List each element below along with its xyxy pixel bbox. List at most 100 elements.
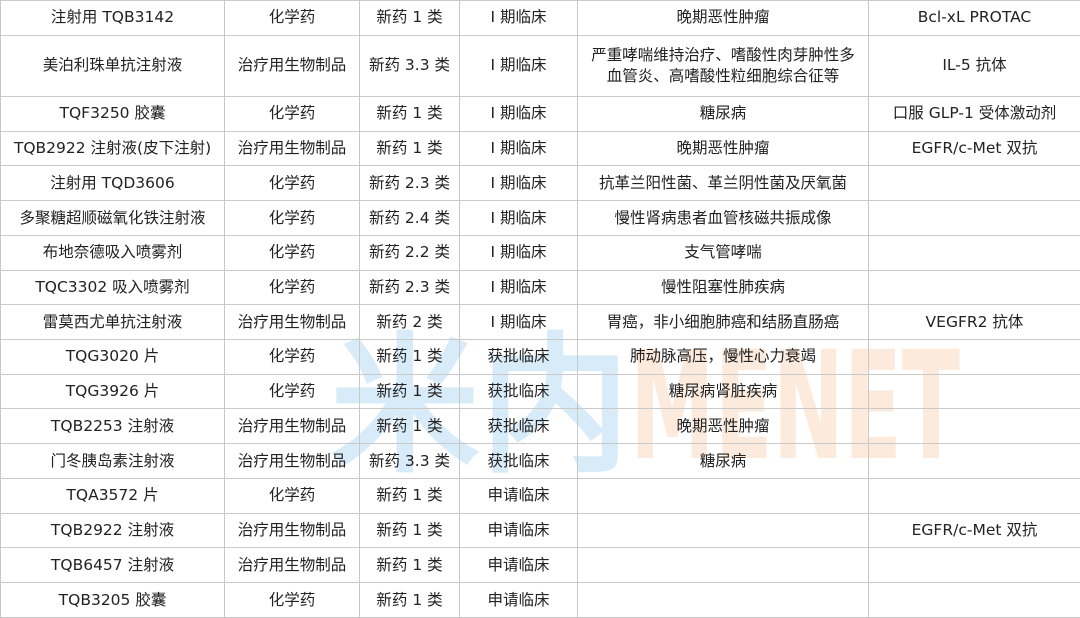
target-cell (868, 165, 1080, 202)
registration-class-cell: 新药 3.3 类 (359, 34, 460, 98)
clinical-stage-cell: I 期临床 (459, 234, 578, 271)
drug-name-cell: TQG3020 片 (0, 339, 225, 375)
registration-class-cell: 新药 1 类 (359, 130, 460, 167)
target-cell (868, 200, 1080, 236)
indication-cell: 抗革兰阳性菌、革兰阴性菌及厌氧菌 (577, 165, 869, 202)
clinical-stage-cell: 申请临床 (459, 477, 578, 514)
drug-name-cell: 布地奈德吸入喷雾剂 (0, 234, 225, 271)
table-row: TQC3302 吸入喷雾剂 化学药 新药 2.3 类I 期临床 慢性阻塞性肺疾病 (0, 269, 1080, 306)
indication-cell (577, 512, 869, 549)
clinical-stage-cell: I 期临床 (459, 200, 578, 236)
indication-cell: 慢性阻塞性肺疾病 (577, 269, 869, 306)
indication-cell: 糖尿病 (577, 96, 869, 132)
target-cell: EGFR/c-Met 双抗 (868, 130, 1080, 167)
target-cell (868, 547, 1080, 584)
indication-cell: 严重哮喘维持治疗、嗜酸性肉芽肿性多血管炎、高嗜酸性粒细胞综合征等 (577, 34, 869, 98)
drug-name-cell: 门冬胰岛素注射液 (0, 443, 225, 479)
registration-class-cell: 新药 1 类 (359, 512, 460, 549)
target-cell (868, 373, 1080, 410)
drug-category-cell: 治疗用生物制品 (224, 512, 360, 549)
drug-category-cell: 化学药 (224, 234, 360, 271)
drug-name-cell: 注射用 TQD3606 (0, 165, 225, 202)
registration-class-cell: 新药 2.3 类 (359, 269, 460, 306)
target-cell (868, 477, 1080, 514)
indication-cell: 晚期恶性肿瘤 (577, 0, 869, 36)
clinical-stage-cell: I 期临床 (459, 130, 578, 167)
drug-category-cell: 化学药 (224, 0, 360, 36)
table-row: TQB2922 注射液(皮下注射) 治疗用生物制品 新药 1 类I 期临床 晚期恶性肿… (0, 130, 1080, 167)
drug-category-cell: 治疗用生物制品 (224, 304, 360, 341)
target-cell (868, 408, 1080, 445)
clinical-stage-cell: 获批临床 (459, 443, 578, 479)
drug-name-cell: TQB2922 注射液(皮下注射) (0, 130, 225, 167)
registration-class-cell: 新药 1 类 (359, 339, 460, 375)
clinical-stage-cell: 获批临床 (459, 408, 578, 445)
indication-cell: 慢性肾病患者血管核磁共振成像 (577, 200, 869, 236)
indication-cell (577, 477, 869, 514)
drug-name-cell: 多聚糖超顺磁氧化铁注射液 (0, 200, 225, 236)
clinical-stage-cell: I 期临床 (459, 0, 578, 36)
table-row: 注射用 TQB3142 化学药 新药 1 类I 期临床 晚期恶性肿瘤 Bcl-xL PR… (0, 0, 1080, 36)
drug-name-cell: TQF3250 胶囊 (0, 96, 225, 132)
drug-category-cell: 治疗用生物制品 (224, 408, 360, 445)
drug-category-cell: 化学药 (224, 269, 360, 306)
table-row: 雷莫西尤单抗注射液 治疗用生物制品 新药 2 类I 期临床 胃癌，非小细胞肺癌和结肠直… (0, 304, 1080, 341)
table-row: 门冬胰岛素注射液 治疗用生物制品 新药 3.3 类获批临床 糖尿病 (0, 443, 1080, 479)
table-row: TQB3205 胶囊 化学药 新药 1 类申请临床 (0, 582, 1080, 618)
drug-pipeline-table: 注射用 TQB3142 化学药 新药 1 类I 期临床 晚期恶性肿瘤 Bcl-xL PR… (0, 0, 1080, 618)
target-cell (868, 269, 1080, 306)
drug-name-cell: TQB2922 注射液 (0, 512, 225, 549)
clinical-stage-cell: I 期临床 (459, 304, 578, 341)
clinical-stage-cell: I 期临床 (459, 269, 578, 306)
indication-cell: 胃癌，非小细胞肺癌和结肠直肠癌 (577, 304, 869, 341)
drug-name-cell: 注射用 TQB3142 (0, 0, 225, 36)
indication-cell: 糖尿病肾脏疾病 (577, 373, 869, 410)
drug-category-cell: 化学药 (224, 96, 360, 132)
indication-cell: 晚期恶性肿瘤 (577, 130, 869, 167)
indication-cell (577, 547, 869, 584)
drug-category-cell: 治疗用生物制品 (224, 547, 360, 584)
indication-cell: 肺动脉高压，慢性心力衰竭 (577, 339, 869, 375)
clinical-stage-cell: 获批临床 (459, 339, 578, 375)
table-row: 多聚糖超顺磁氧化铁注射液 化学药 新药 2.4 类I 期临床 慢性肾病患者血管核磁共振… (0, 200, 1080, 236)
clinical-stage-cell: I 期临床 (459, 34, 578, 98)
drug-category-cell: 化学药 (224, 582, 360, 618)
registration-class-cell: 新药 1 类 (359, 0, 460, 36)
table-row: 布地奈德吸入喷雾剂 化学药 新药 2.2 类I 期临床 支气管哮喘 (0, 234, 1080, 271)
registration-class-cell: 新药 2.4 类 (359, 200, 460, 236)
clinical-stage-cell: 获批临床 (459, 373, 578, 410)
table-row: TQG3020 片化学药 新药 1 类获批临床 肺动脉高压，慢性心力衰竭 (0, 339, 1080, 375)
target-cell (868, 582, 1080, 618)
table-row: TQA3572 片化学药 新药 1 类申请临床 (0, 477, 1080, 514)
registration-class-cell: 新药 1 类 (359, 96, 460, 132)
drug-name-cell: TQG3926 片 (0, 373, 225, 410)
drug-category-cell: 治疗用生物制品 (224, 34, 360, 98)
drug-name-cell: TQB2253 注射液 (0, 408, 225, 445)
clinical-stage-cell: I 期临床 (459, 96, 578, 132)
table-row: TQB2922 注射液 治疗用生物制品 新药 1 类申请临床 EGFR/c-Met 双… (0, 512, 1080, 549)
drug-table-body: 注射用 TQB3142 化学药 新药 1 类I 期临床 晚期恶性肿瘤 Bcl-xL PR… (0, 0, 1080, 618)
drug-category-cell: 化学药 (224, 165, 360, 202)
registration-class-cell: 新药 1 类 (359, 408, 460, 445)
table-row: 注射用 TQD3606 化学药 新药 2.3 类I 期临床 抗革兰阳性菌、革兰阴性菌及… (0, 165, 1080, 202)
clinical-stage-cell: I 期临床 (459, 165, 578, 202)
drug-name-cell: TQC3302 吸入喷雾剂 (0, 269, 225, 306)
target-cell (868, 339, 1080, 375)
registration-class-cell: 新药 3.3 类 (359, 443, 460, 479)
target-cell: Bcl-xL PROTAC (868, 0, 1080, 36)
target-cell: EGFR/c-Met 双抗 (868, 512, 1080, 549)
clinical-stage-cell: 申请临床 (459, 547, 578, 584)
indication-cell: 支气管哮喘 (577, 234, 869, 271)
indication-cell: 糖尿病 (577, 443, 869, 479)
drug-category-cell: 治疗用生物制品 (224, 443, 360, 479)
target-cell (868, 234, 1080, 271)
registration-class-cell: 新药 1 类 (359, 547, 460, 584)
registration-class-cell: 新药 2.3 类 (359, 165, 460, 202)
table-row: TQF3250 胶囊 化学药 新药 1 类I 期临床 糖尿病 口服 GLP-1 受体激动… (0, 96, 1080, 132)
drug-name-cell: TQB3205 胶囊 (0, 582, 225, 618)
target-cell: 口服 GLP-1 受体激动剂 (868, 96, 1080, 132)
clinical-stage-cell: 申请临床 (459, 512, 578, 549)
drug-category-cell: 治疗用生物制品 (224, 130, 360, 167)
registration-class-cell: 新药 1 类 (359, 582, 460, 618)
table-row: TQB2253 注射液 治疗用生物制品 新药 1 类获批临床 晚期恶性肿瘤 (0, 408, 1080, 445)
